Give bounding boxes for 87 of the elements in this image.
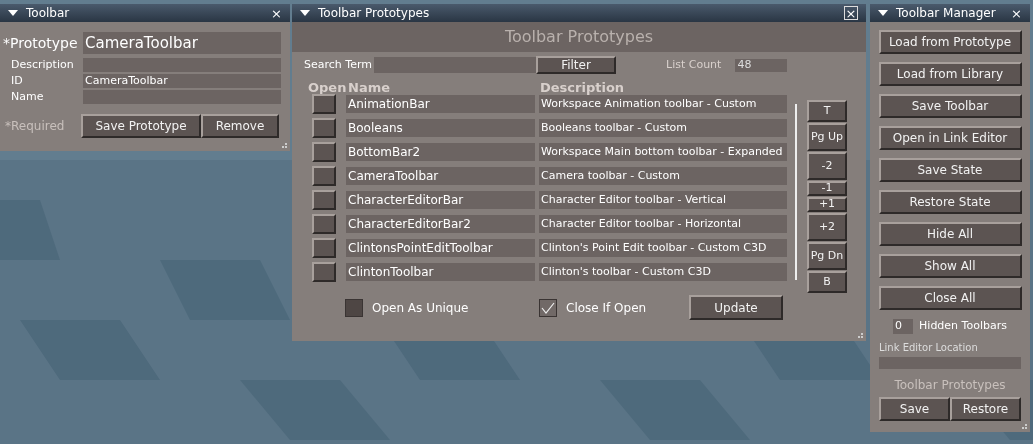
scroll-button[interactable]: -2 [807,152,847,180]
scroll-button[interactable]: Pg Dn [807,242,847,270]
name-cell: Booleans [346,119,535,137]
open-checkbox[interactable] [312,142,336,162]
description-cell: Camera toolbar - Custom [539,167,787,185]
description-cell: Booleans toolbar - Custom [539,119,787,137]
list-count-label: List Count [666,56,722,73]
panel-heading: Toolbar Prototypes [504,26,654,48]
close-button[interactable]: × [271,6,282,20]
manager-button[interactable]: Close All [878,286,1022,310]
link-editor-label: Link Editor Location [879,340,979,355]
open-checkbox[interactable] [312,166,336,186]
description-cell: Clinton's Point Edit toolbar - Custom C3D [539,239,787,257]
scroll-button[interactable]: +1 [807,197,847,212]
section-label: Toolbar Prototypes [893,376,1007,394]
name-cell: AnimationBar [346,95,535,113]
checkbox-label: Close If Open [566,299,647,317]
manager-button[interactable]: Show All [878,254,1022,278]
manager-button[interactable]: Restore State [878,190,1022,214]
update-button[interactable]: Update [689,295,783,320]
field-label: Name [10,88,45,105]
field-label: *Prototype [3,33,79,53]
checkbox[interactable] [539,298,557,317]
scroll-button[interactable]: -1 [807,181,847,196]
close-button[interactable]: × [844,6,858,20]
scroll-button[interactable]: Pg Up [807,123,847,151]
checkmark-icon [541,301,555,314]
open-checkbox[interactable] [312,118,336,138]
open-checkbox[interactable] [312,190,336,210]
name-cell: CameraToolbar [346,167,535,185]
search-label: Search Term [304,56,373,73]
open-checkbox[interactable] [312,94,336,114]
column-header: Name [348,79,391,98]
manager-button[interactable]: Save Toolbar [878,94,1022,118]
list-count-field: 48 [735,58,788,72]
field-label: Description [10,56,75,73]
description-cell: Character Editor toolbar - Vertical [539,191,787,209]
collapse-triangle-icon[interactable] [8,10,18,16]
window-title: Toolbar Prototypes [318,5,431,22]
required-note: *Required [5,118,66,135]
scroll-track[interactable] [795,104,797,280]
manager-button[interactable]: Save [879,396,950,421]
resize-grip-icon[interactable] [858,333,864,339]
name-cell: BottomBar2 [346,143,535,161]
manager-button[interactable]: Load from Library [878,62,1022,86]
manager-button[interactable]: Hide All [878,222,1022,246]
window-title: Toolbar Manager [896,5,997,22]
text-field[interactable] [83,90,281,104]
description-cell: Workspace Animation toolbar - Custom [539,95,787,113]
checkbox-label: Open As Unique [372,299,469,317]
scroll-button[interactable]: +2 [807,213,847,241]
search-field[interactable] [374,57,536,73]
panel-button[interactable]: Save Prototype [81,114,201,138]
scroll-button[interactable]: T [807,100,847,122]
manager-button[interactable]: Load from Prototype [878,30,1022,54]
filter-button[interactable]: Filter [536,56,616,74]
open-checkbox[interactable] [312,214,336,234]
name-cell: ClintonsPointEditToolbar [346,239,535,257]
name-cell: CharacterEditorBar [346,191,535,209]
collapse-triangle-icon[interactable] [878,10,888,16]
manager-button[interactable]: Restore [950,396,1021,421]
description-cell: Character Editor toolbar - Horizontal [539,215,787,233]
hidden-toolbars-label: Hidden Toolbars [919,318,1007,334]
column-header: Open [308,79,348,98]
checkbox[interactable] [345,298,363,317]
description-cell: Workspace Main bottom toolbar - Expanded [539,143,787,161]
manager-button[interactable]: Save State [878,158,1022,182]
resize-grip-icon[interactable] [1022,424,1028,430]
text-field[interactable]: CameraToolbar [83,74,281,88]
name-cell: ClintonToolbar [346,263,535,281]
manager-button[interactable]: Open in Link Editor [878,126,1022,150]
panel-button[interactable]: Remove [201,114,279,138]
text-field[interactable] [83,58,281,72]
scroll-button[interactable]: B [807,271,847,293]
field-label: ID [10,72,24,89]
name-cell: CharacterEditorBar2 [346,215,535,233]
window-title: Toolbar [26,5,71,22]
close-button[interactable]: × [1011,6,1022,20]
collapse-triangle-icon[interactable] [300,10,310,16]
open-checkbox[interactable] [312,238,336,258]
open-checkbox[interactable] [312,262,336,282]
resize-grip-icon[interactable] [282,143,288,149]
link-editor-field[interactable] [879,356,1021,369]
column-header: Description [540,79,625,98]
text-field[interactable]: CameraToolbar [83,32,281,54]
hidden-count-field[interactable]: 0 [893,318,914,334]
description-cell: Clinton's toolbar - Custom C3D [539,263,787,281]
